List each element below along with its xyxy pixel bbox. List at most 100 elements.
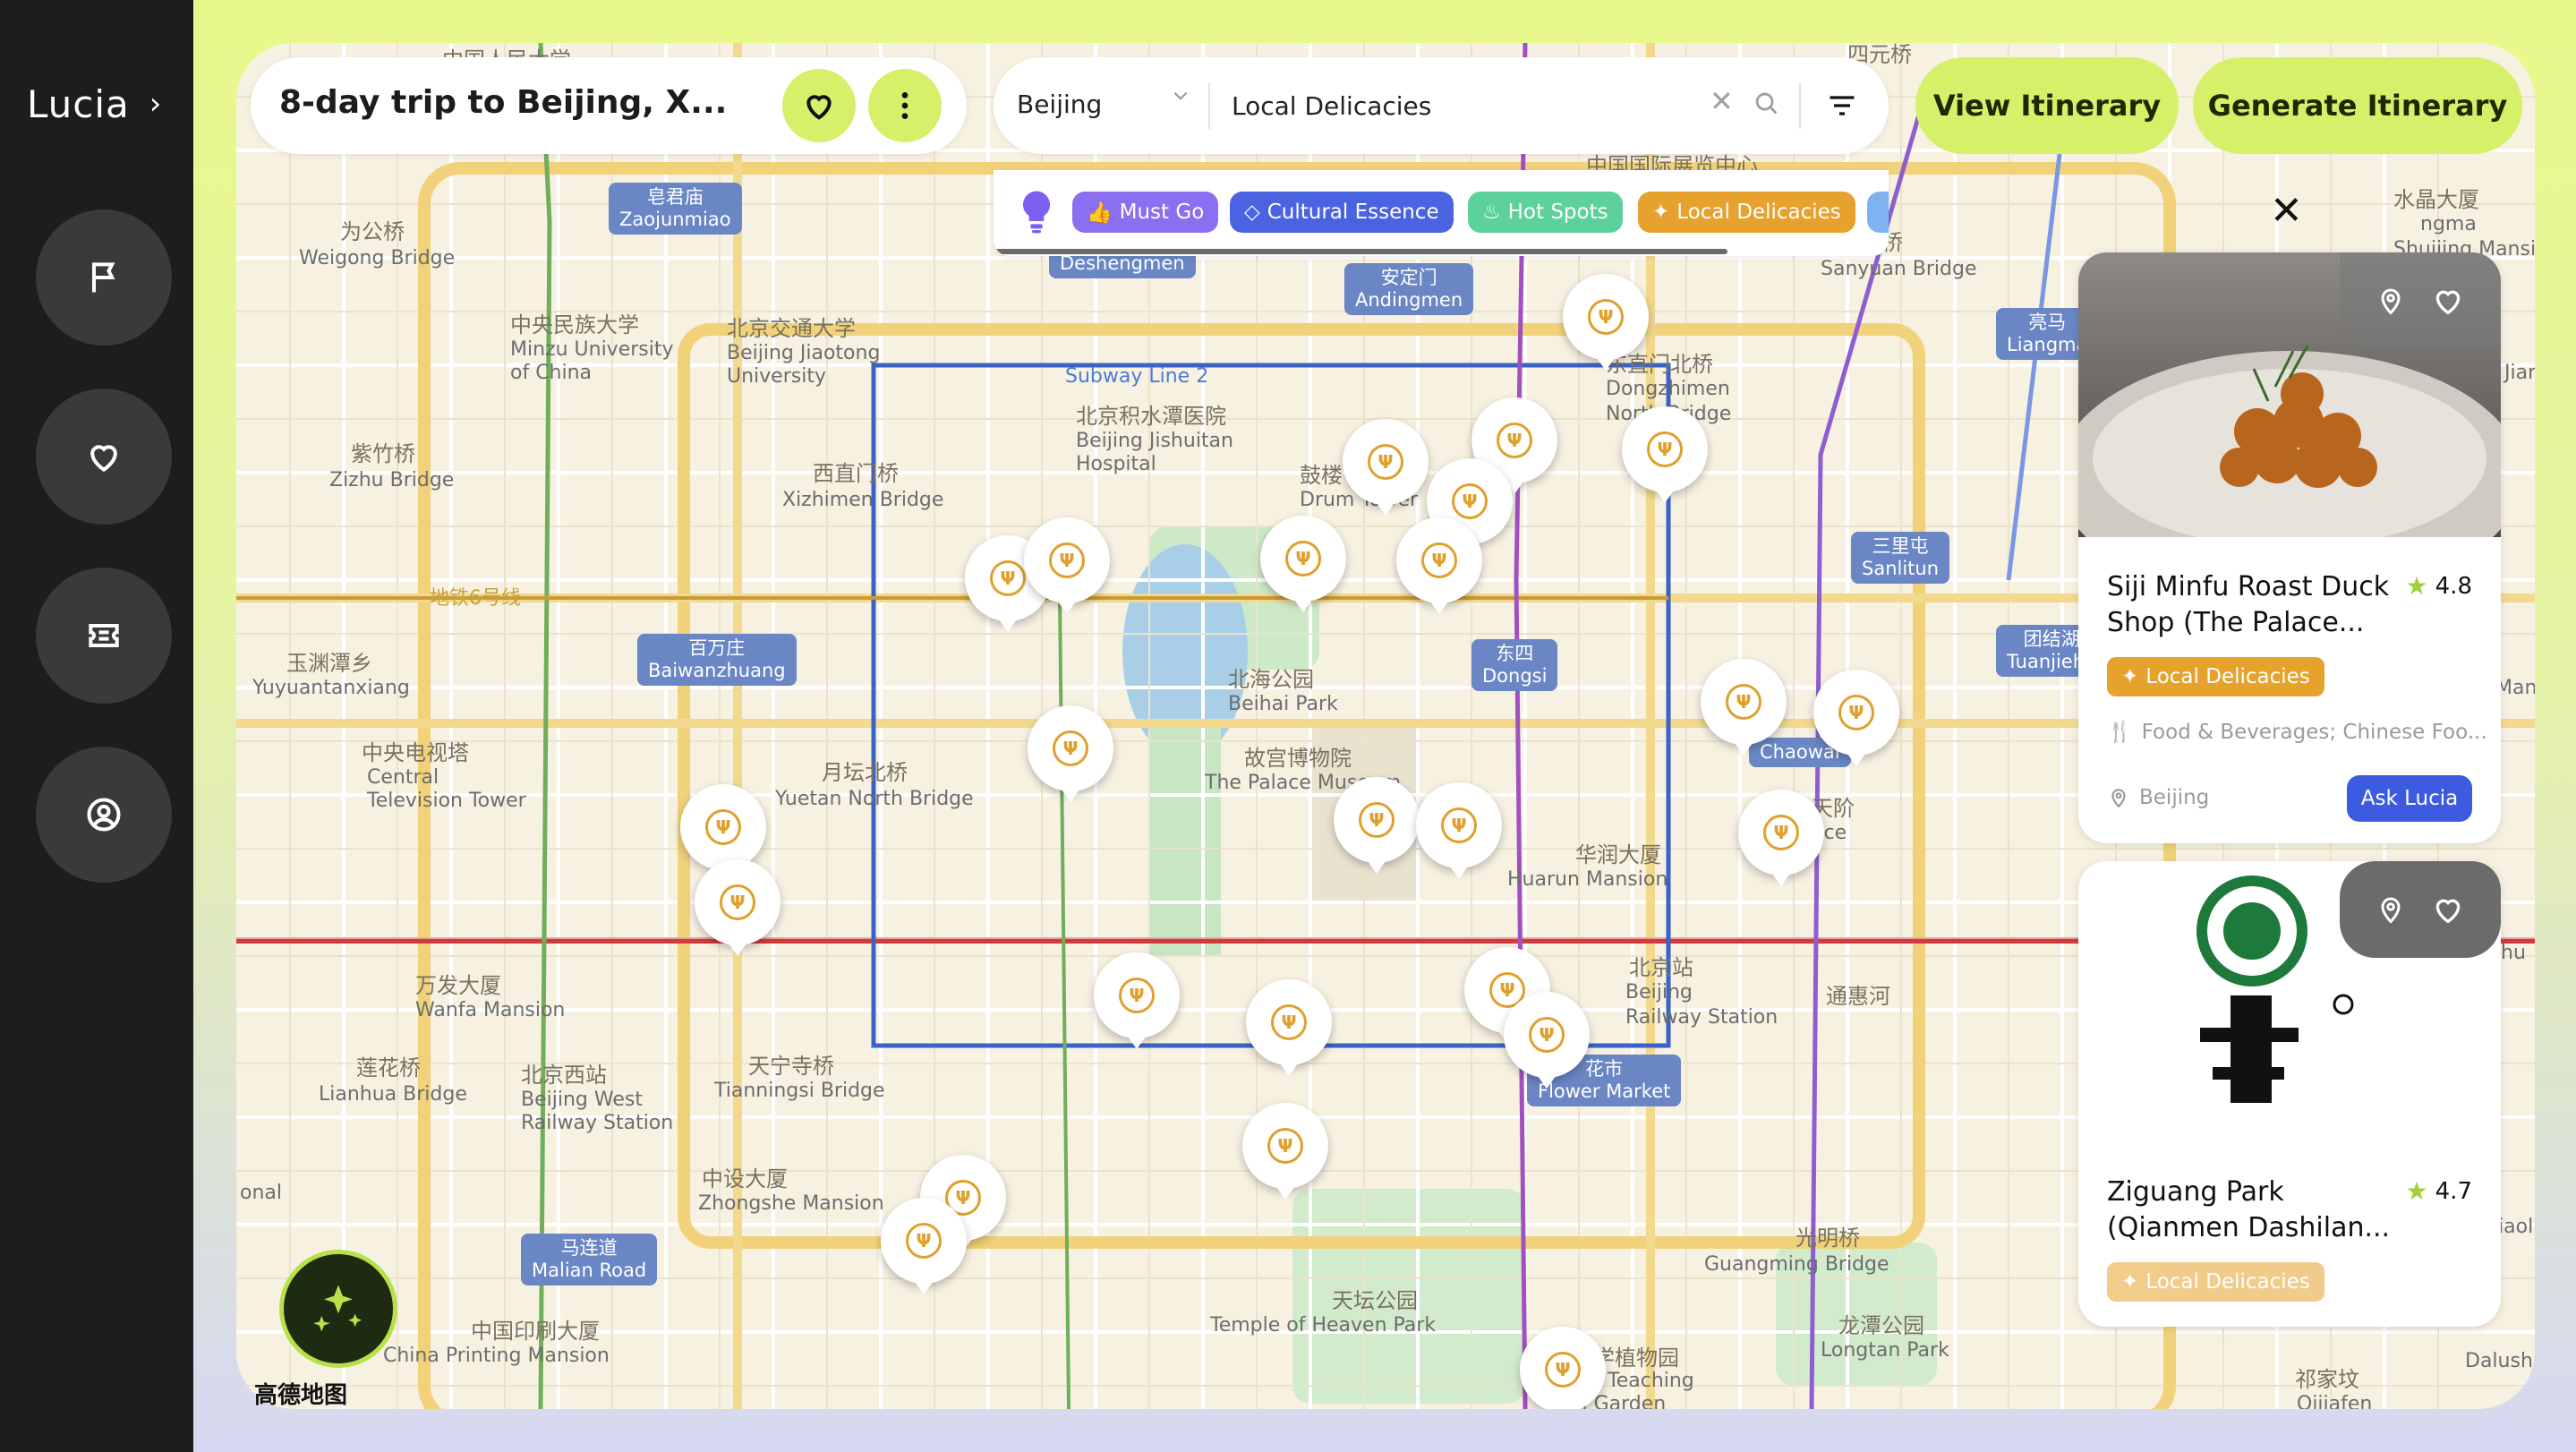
poi-pin[interactable]: Ψ [680,784,766,881]
map-label: Beijing West [521,1089,643,1111]
poi-pin[interactable]: Ψ [1246,979,1332,1076]
map-label: Guangming Bridge [1704,1253,1889,1276]
chevron-down-icon[interactable] [1169,84,1192,114]
result-rating: ★ 4.8 [2405,571,2472,601]
map-label: Minzu University [510,338,674,361]
poi-pin[interactable]: Ψ [1738,790,1824,886]
map-label: 中设大厦 [702,1166,788,1191]
map-label: Yuyuantanxiang [252,677,410,699]
map-station-label: 马连道 Malian Road [521,1234,658,1285]
card-actions [2340,252,2501,349]
star-icon: ★ [2405,1176,2428,1206]
map-label: 北京积水潭医院 [1076,404,1226,429]
fork-knife-icon: Ψ [1497,423,1532,458]
magic-wand-button[interactable] [279,1250,397,1368]
heart-icon[interactable] [2430,283,2466,319]
map-label: 西直门桥 [813,461,899,486]
poi-pin[interactable]: Ψ [1701,659,1787,756]
generate-itinerary-button[interactable]: Generate Itinerary [2193,57,2522,154]
fork-knife-icon: Ψ [1588,299,1624,335]
search-input[interactable] [1232,82,1697,129]
search-icon[interactable] [1751,88,1781,122]
map-label: ngma [2420,213,2477,235]
chip-cultural-essence[interactable]: ◇ Cultural Essence [1230,192,1454,233]
rail-profile-button[interactable] [36,747,172,883]
map-label: 鼓楼 [1300,463,1343,488]
poi-pin[interactable]: Ψ [1024,517,1110,614]
chip-must-go[interactable]: 👍 Must Go [1072,192,1219,233]
poi-pin[interactable]: Ψ [1094,952,1180,1049]
map-label: Weigong Bridge [299,247,456,269]
city-select[interactable]: Beijing [1017,90,1102,119]
lightbulb-icon[interactable] [1019,188,1054,240]
poi-pin[interactable]: Ψ [1520,1327,1606,1409]
map-label: Huarun Mansion [1507,868,1668,891]
map-label: 通惠河 [1826,984,1890,1009]
fork-knife-icon: Ψ [1441,807,1477,843]
rail-tickets-button[interactable] [36,568,172,704]
map-label: Beijing Jiaotong [727,342,881,364]
fork-knife-icon: Ψ [1545,1352,1581,1388]
map-label: Hospital [1076,453,1156,475]
view-itinerary-button[interactable]: View Itinerary [1915,57,2179,154]
map-label: of China [510,362,593,384]
map-label: Mans [2495,677,2535,699]
divider [1208,82,1210,129]
fork-knife-icon: Ψ [1529,1017,1565,1053]
map-label: 中央电视塔 [362,740,469,765]
rail-itinerary-button[interactable] [36,209,172,346]
chip-hot-spots[interactable]: ♨ Hot Spots [1468,192,1623,233]
chip-more[interactable] [1867,192,1889,233]
map-label: 地铁6号线 [430,587,521,610]
poi-pin[interactable]: Ψ [1334,777,1420,874]
map-label: 中国印刷大厦 [471,1319,600,1344]
poi-pin[interactable]: Ψ [1028,705,1113,802]
trip-title-card[interactable]: 8-day trip to Beijing, X... [251,57,967,154]
map-label: Dalushu [2465,1350,2535,1372]
result-card[interactable]: Siji Minfu Roast Duck Shop (The Palace..… [2078,252,2501,843]
map-label: Qijiafen [2297,1393,2373,1409]
poi-pin[interactable]: Ψ [1416,782,1502,879]
filter-icon[interactable] [1824,90,1860,125]
fork-knife-icon: Ψ [720,884,755,920]
poi-pin[interactable]: Ψ [1563,274,1649,371]
map-label: Railway Station [1625,1006,1778,1029]
map-label: 莲花桥 [356,1055,421,1080]
close-results-icon[interactable]: ✕ [2270,188,2303,234]
fork-knife-icon: Ψ [906,1223,942,1259]
map-label: 月坛北桥 [822,760,908,785]
clear-icon[interactable]: ✕ [1710,84,1734,118]
map-pin-icon[interactable] [2375,283,2407,319]
more-options-button[interactable] [868,69,942,142]
poi-pin[interactable]: Ψ [1504,992,1590,1089]
poi-pin[interactable]: Ψ [1242,1103,1328,1200]
heart-icon[interactable] [2430,892,2466,927]
chip-local-delicacies[interactable]: ✦ Local Delicacies [1638,192,1855,233]
ask-lucia-button[interactable]: Ask Lucia [2347,775,2472,822]
rail-favorites-button[interactable] [36,389,172,525]
poi-pin[interactable]: Ψ [1343,419,1429,516]
poi-pin[interactable]: Ψ [1813,670,1899,766]
poi-pin[interactable]: Ψ [1260,516,1346,612]
poi-pin[interactable]: Ψ [1396,517,1482,614]
map-label: 水晶大厦 [2393,187,2479,212]
fork-knife-icon: Ψ [1647,431,1683,467]
fork-knife-icon: Ψ [1359,802,1395,838]
map-pin-icon[interactable] [2375,892,2407,927]
result-card[interactable]: Ziguang Park (Qianmen Dashilan... ★ 4.7 ✦… [2078,861,2501,1327]
ticket-icon [89,623,119,648]
map-label: 北京站 [1629,955,1693,980]
map-label: Sanyuan Bridge [1821,258,1977,280]
favorite-trip-button[interactable] [782,69,856,142]
brand-toggle[interactable]: Lucia › [27,79,162,129]
result-name: Siji Minfu Roast Duck Shop (The Palace..… [2107,571,2390,638]
poi-pin[interactable]: Ψ [695,859,780,956]
left-rail: Lucia › [0,0,193,1452]
poi-pin[interactable]: Ψ [1622,406,1708,503]
chip-scrollbar[interactable] [994,249,1727,254]
map-label: 为公桥 [340,219,405,244]
map-label: University [727,365,826,388]
poi-pin[interactable]: Ψ [881,1198,967,1294]
map-label: Wanfa Mansion [415,999,566,1021]
map-label: Lianhua Bridge [319,1083,467,1106]
